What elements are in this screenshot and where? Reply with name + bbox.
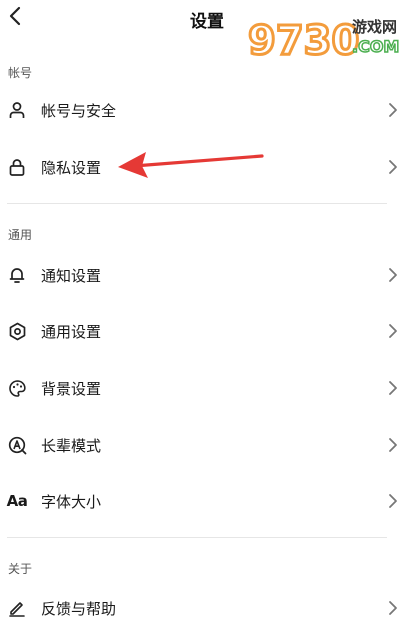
svg-text:.COM: .COM xyxy=(352,37,399,56)
section-label-about: 关于 xyxy=(8,562,33,576)
settings-item-label: 背景设置 xyxy=(41,379,102,398)
chevron-right-icon xyxy=(389,268,397,282)
chevron-right-icon xyxy=(389,494,397,508)
settings-item-label: 通知设置 xyxy=(41,266,102,285)
settings-item-label: 帐号与安全 xyxy=(41,101,117,120)
elder-mode-icon xyxy=(7,435,27,455)
settings-item-elder-mode[interactable]: 长辈模式 xyxy=(0,425,414,465)
settings-item-general[interactable]: 通用设置 xyxy=(0,311,414,351)
bell-icon xyxy=(7,265,27,285)
chevron-right-icon xyxy=(389,438,397,452)
settings-item-account-security[interactable]: 帐号与安全 xyxy=(0,90,414,130)
chevron-right-icon xyxy=(389,601,397,615)
chevron-right-icon xyxy=(389,381,397,395)
font-size-icon: Aa xyxy=(6,491,28,511)
chevron-right-icon xyxy=(389,324,397,338)
settings-item-feedback[interactable]: 反馈与帮助 xyxy=(0,588,414,628)
svg-text:游戏网: 游戏网 xyxy=(352,18,397,36)
lock-icon xyxy=(7,157,27,177)
settings-item-label: 长辈模式 xyxy=(41,436,102,455)
settings-item-label: 反馈与帮助 xyxy=(41,599,117,618)
settings-item-label: 隐私设置 xyxy=(41,158,102,177)
settings-item-font-size[interactable]: Aa 字体大小 xyxy=(0,481,414,521)
section-divider xyxy=(7,537,387,538)
chevron-right-icon xyxy=(389,103,397,117)
watermark-logo: 9730 游戏网 .COM xyxy=(247,17,401,66)
chevron-right-icon xyxy=(389,160,397,174)
font-size-icon-text: Aa xyxy=(6,492,28,510)
section-divider xyxy=(7,203,387,204)
gear-icon xyxy=(7,321,27,341)
section-label-account: 帐号 xyxy=(8,66,33,80)
svg-text:9730: 9730 xyxy=(248,18,359,64)
settings-item-background[interactable]: 背景设置 xyxy=(0,368,414,408)
pencil-icon xyxy=(7,598,27,618)
section-label-general: 通用 xyxy=(8,228,33,242)
annotation-arrow xyxy=(118,152,264,178)
palette-icon xyxy=(7,378,27,398)
user-icon xyxy=(7,100,27,120)
settings-item-notifications[interactable]: 通知设置 xyxy=(0,255,414,295)
settings-item-label: 字体大小 xyxy=(41,492,102,511)
settings-item-label: 通用设置 xyxy=(41,322,102,341)
